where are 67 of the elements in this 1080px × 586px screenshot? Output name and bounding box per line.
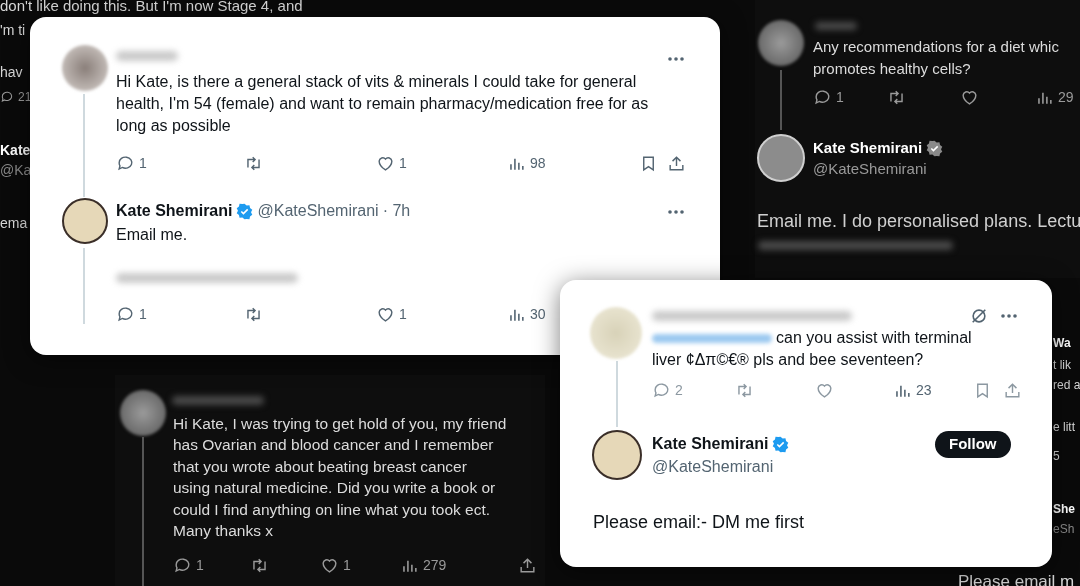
heart-icon[interactable] bbox=[960, 88, 979, 107]
author-handle: @KateShemirani bbox=[652, 457, 774, 477]
author-handle: @KateShemirani bbox=[257, 201, 379, 221]
follow-button[interactable]: Follow bbox=[935, 431, 1011, 458]
repost-icon[interactable] bbox=[250, 556, 269, 575]
author-handle: @KateShemirani bbox=[813, 159, 927, 179]
reply-icon[interactable] bbox=[116, 154, 135, 173]
muted-circle-icon bbox=[970, 307, 988, 325]
reply-icon[interactable] bbox=[813, 88, 832, 107]
author-name: Wa bbox=[1053, 335, 1071, 352]
tweet-text: Email me. I do personalised plans. Lectu bbox=[757, 210, 1080, 233]
blurred-username bbox=[815, 22, 857, 30]
author-name: Kate Shemirani bbox=[116, 201, 233, 221]
share-icon[interactable] bbox=[518, 556, 537, 575]
repost-icon[interactable] bbox=[244, 305, 263, 324]
action-count: 1 bbox=[196, 556, 204, 575]
action-count: 30 bbox=[530, 305, 546, 324]
author-name: Kate Shemirani bbox=[813, 138, 923, 158]
more-options-icon[interactable] bbox=[667, 209, 685, 215]
action-count: 1 bbox=[399, 154, 407, 173]
tweet-text-fragment: red a bbox=[1053, 377, 1080, 394]
author-name: Kate bbox=[0, 141, 31, 160]
tweet-text: Hi Kate, is there a general stack of vits & minerals I could take for general health, I'm 54 (female) and want to remain pharmacy/medication free for as long as possible bbox=[116, 72, 650, 136]
action-count: 279 bbox=[423, 556, 447, 575]
heart-icon[interactable] bbox=[376, 154, 395, 173]
tweet-text-fragment: 5 bbox=[1053, 448, 1060, 465]
action-count: 23 bbox=[916, 381, 932, 400]
tweet-text-fragment: hav bbox=[0, 63, 23, 82]
more-options-icon[interactable] bbox=[667, 56, 685, 62]
action-count: 1 bbox=[836, 88, 844, 107]
reply-icon[interactable] bbox=[173, 556, 192, 575]
action-count: 29 bbox=[1058, 88, 1074, 107]
tweet-text-fragment: 'm ti bbox=[0, 21, 26, 40]
author-name: She bbox=[1053, 501, 1075, 518]
tweet-text-fragment: ema bbox=[0, 214, 28, 233]
action-count: 1 bbox=[139, 305, 147, 324]
share-icon[interactable] bbox=[667, 154, 686, 173]
action-count: 1 bbox=[399, 305, 407, 324]
author-name: Kate Shemirani bbox=[652, 434, 769, 454]
tweet-text: can you assist with terminal liver ¢Δπ©€® pls and bee seventeen? bbox=[652, 328, 973, 370]
tweet-text: Hi Kate, I was trying to get hold of you, my friend has Ovarian and blood cancer and I remember that you wrote about beating breast cancer using natural medicine. Did you write a book or could I find anything on line what you took ect. Many thanks x bbox=[173, 414, 508, 542]
avatar[interactable] bbox=[758, 20, 804, 66]
action-count: 1 bbox=[343, 556, 351, 575]
action-count: 1 bbox=[139, 154, 147, 173]
tweet-text: Any recommendations for a diet whic promotes healthy cells? bbox=[813, 37, 1059, 79]
tweet-text: Email me. bbox=[116, 225, 188, 245]
action-count: 98 bbox=[530, 154, 546, 173]
avatar[interactable] bbox=[62, 198, 108, 244]
action-count: 21 bbox=[18, 89, 32, 106]
blurred-username bbox=[116, 51, 178, 61]
post-time: · 7h bbox=[382, 201, 411, 221]
repost-icon[interactable] bbox=[244, 154, 263, 173]
action-count: 2 bbox=[675, 381, 683, 400]
avatar[interactable] bbox=[120, 390, 166, 436]
repost-icon[interactable] bbox=[887, 88, 906, 107]
author-handle: eSh bbox=[1053, 521, 1075, 538]
reply-icon[interactable] bbox=[116, 305, 135, 324]
heart-icon[interactable] bbox=[320, 556, 339, 575]
tweet-text-fragment: don't like doing this. But I'm now Stage 4, and bbox=[0, 0, 303, 13]
more-options-icon[interactable] bbox=[1000, 313, 1018, 319]
reply-icon[interactable] bbox=[0, 90, 14, 104]
author-handle: @Ka bbox=[0, 161, 32, 180]
avatar[interactable] bbox=[592, 430, 642, 480]
heart-icon[interactable] bbox=[376, 305, 395, 324]
tweet-text: Please email:- DM me first bbox=[593, 511, 805, 534]
tweet-text-fragment: e litt bbox=[1053, 419, 1075, 436]
tweet-text-fragment: t lik bbox=[1053, 357, 1071, 374]
